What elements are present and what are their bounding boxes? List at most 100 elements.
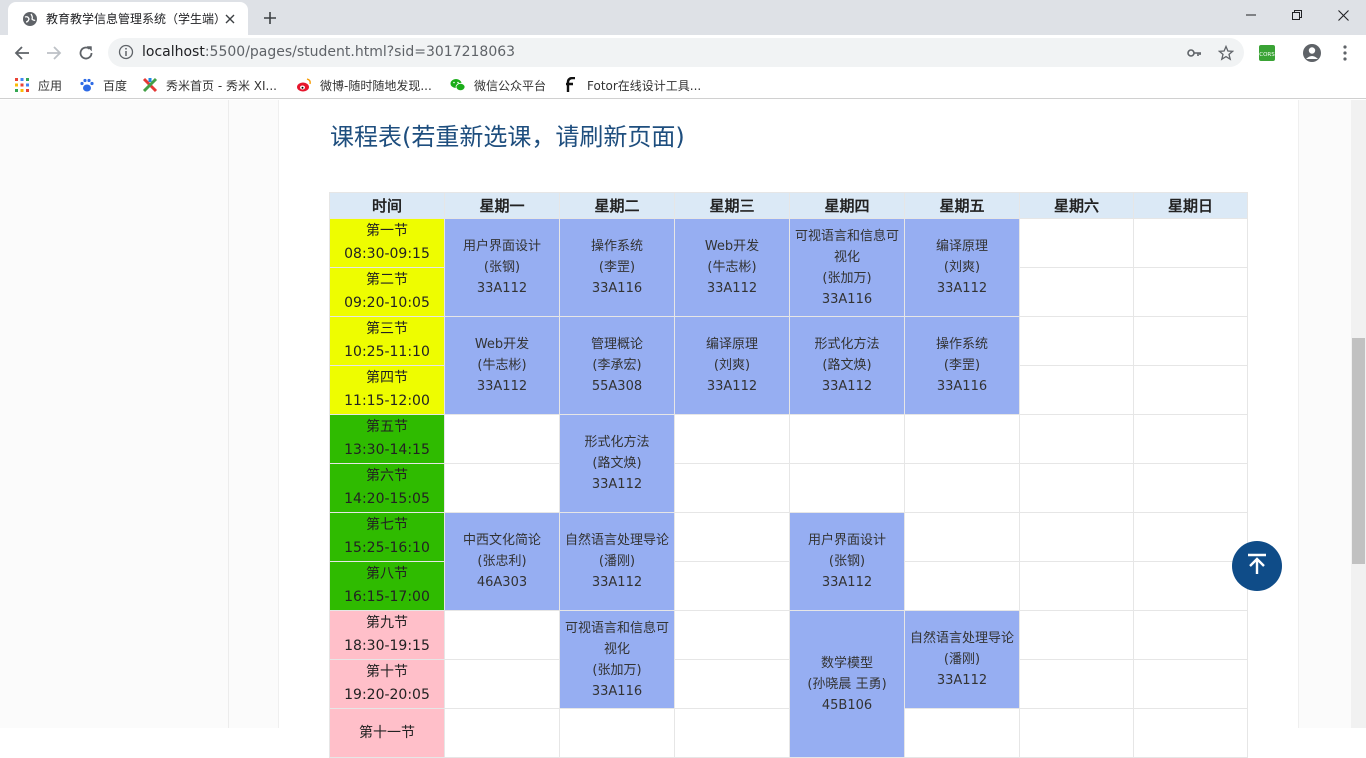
course-cell[interactable]: 编译原理 (刘爽) 33A112 — [904, 218, 1020, 317]
bookmark-weibo[interactable]: 微博-随时随地发现... — [296, 75, 432, 95]
empty-cell — [904, 414, 1020, 464]
course-cell[interactable]: 形式化方法 (路文焕) 33A112 — [559, 414, 675, 513]
course-room: 55A308 — [591, 379, 643, 394]
restore-button[interactable] — [1274, 0, 1320, 30]
key-icon[interactable] — [1185, 44, 1203, 62]
course-teacher: (张钢) — [483, 260, 521, 275]
close-window-button[interactable] — [1320, 0, 1366, 30]
period-cell: 第一节 08:30-09:15 — [329, 218, 445, 268]
table-row: 第一节 08:30-09:15 用户界面设计 (张钢) 33A112 操作系统 (李罡) 33… — [329, 218, 1248, 317]
course-room: 33A112 — [476, 281, 528, 296]
course-teacher: (李罡) — [598, 260, 636, 275]
course-teacher: (潘刚) — [943, 652, 981, 667]
period-time: 16:15-17:00 — [344, 589, 430, 605]
course-room: 33A116 — [821, 291, 873, 307]
course-cell[interactable]: 操作系统 (李罡) 33A116 — [559, 218, 675, 317]
empty-cell — [674, 463, 790, 513]
bookmark-label: 秀米首页 - 秀米 XI... — [166, 78, 277, 93]
bookmark-fotor[interactable]: Fotor在线设计工具... — [563, 75, 701, 95]
back-button[interactable] — [8, 39, 36, 67]
course-teacher: (潘刚) — [598, 554, 636, 569]
kebab-menu-icon[interactable] — [1333, 41, 1357, 65]
browser-tab[interactable]: 教育教学信息管理系统（学生端） — [8, 2, 248, 35]
period-cell: 第十一节 — [329, 708, 445, 758]
course-room: 33A112 — [476, 379, 528, 394]
course-cell[interactable]: 形式化方法 (路文焕) 33A112 — [789, 316, 905, 415]
course-cell[interactable]: 可视语言和信息可视化 (张加万) 33A116 — [789, 218, 905, 317]
close-tab-icon[interactable] — [222, 11, 238, 27]
course-cell[interactable]: Web开发 (牛志彬) 33A112 — [444, 316, 560, 415]
course-name: 操作系统 — [590, 239, 643, 254]
course-cell[interactable]: 自然语言处理导论 (潘刚) 33A112 — [904, 610, 1020, 709]
course-teacher: (张钢) — [828, 554, 866, 569]
bookmark-wechat[interactable]: 微信公众平台 — [450, 75, 546, 95]
course-cell[interactable]: 中西文化简论 (张忠利) 46A303 — [444, 512, 560, 611]
baidu-paw-icon — [79, 77, 95, 93]
bookmark-label: 微信公众平台 — [474, 78, 547, 93]
course-cell[interactable]: 可视语言和信息可视化 (张加万) 33A116 — [559, 610, 675, 709]
course-teacher: (李承宏) — [592, 358, 642, 373]
course-name: 编译原理 — [705, 337, 758, 352]
empty-cell — [1019, 512, 1134, 562]
course-cell[interactable]: 用户界面设计 (张钢) 33A112 — [789, 512, 905, 611]
left-sidebar — [0, 100, 229, 728]
period-name: 第六节 — [366, 468, 408, 484]
scrollbar-thumb[interactable] — [1352, 338, 1365, 564]
period-time: 11:15-12:00 — [344, 393, 430, 409]
course-cell[interactable]: 自然语言处理导论 (潘刚) 33A112 — [559, 512, 675, 611]
course-name: 形式化方法 — [814, 337, 880, 352]
empty-cell — [1133, 512, 1248, 562]
bookmark-label: 应用 — [38, 78, 63, 93]
course-room: 33A116 — [591, 281, 643, 296]
course-cell[interactable]: Web开发 (牛志彬) 33A112 — [674, 218, 790, 317]
course-room: 33A112 — [591, 477, 643, 492]
wechat-icon — [450, 77, 466, 93]
course-name: 可视语言和信息可视化 — [564, 620, 669, 657]
empty-cell — [1019, 365, 1134, 415]
info-icon[interactable] — [118, 44, 134, 60]
period-cell: 第九节 18:30-19:15 — [329, 610, 445, 660]
address-bar[interactable]: localhost:5500/pages/student.html?sid=30… — [108, 38, 1244, 67]
forward-button[interactable] — [40, 39, 68, 67]
course-room: 33A112 — [936, 673, 988, 688]
new-tab-button[interactable] — [259, 7, 281, 29]
page-title: 课程表(若重新选课，请刷新页面) — [330, 123, 685, 151]
reload-button[interactable] — [72, 39, 100, 67]
empty-cell — [1133, 365, 1248, 415]
empty-cell — [904, 463, 1020, 513]
course-teacher: (牛志彬) — [707, 260, 757, 275]
period-name: 第七节 — [366, 517, 408, 533]
course-cell[interactable]: 数学模型 (孙晓晨 王勇) 45B106 — [789, 610, 905, 758]
empty-cell — [674, 561, 790, 611]
course-room: 33A112 — [821, 575, 873, 590]
course-cell[interactable]: 编译原理 (刘爽) 33A112 — [674, 316, 790, 415]
period-cell: 第十节 19:20-20:05 — [329, 659, 445, 709]
course-cell[interactable]: 用户界面设计 (张钢) 33A112 — [444, 218, 560, 317]
period-name: 第五节 — [366, 419, 408, 435]
course-cell[interactable]: 管理概论 (李承宏) 55A308 — [559, 316, 675, 415]
bookmark-apps[interactable]: 应用 — [14, 75, 62, 95]
empty-cell — [789, 414, 905, 464]
profile-avatar-icon[interactable] — [1300, 41, 1324, 65]
empty-cell — [1019, 414, 1134, 464]
cors-extension-icon[interactable]: CORS — [1255, 41, 1279, 65]
course-cell[interactable]: 操作系统 (李罡) 33A116 — [904, 316, 1020, 415]
period-cell: 第七节 15:25-16:10 — [329, 512, 445, 562]
empty-cell — [904, 512, 1020, 562]
table-row: 第五节 13:30-14:15 形式化方法 (路文焕) 33A112 — [329, 414, 1248, 513]
back-to-top-button[interactable] — [1232, 541, 1282, 591]
weibo-icon — [296, 77, 312, 93]
bookmark-xiumi[interactable]: 秀米首页 - 秀米 XI... — [142, 75, 277, 95]
course-name: 管理概论 — [590, 337, 643, 352]
empty-cell — [674, 414, 790, 464]
empty-cell — [1133, 267, 1248, 317]
bookmark-baidu[interactable]: 百度 — [79, 75, 127, 95]
minimize-button[interactable] — [1228, 0, 1274, 30]
period-cell: 第三节 10:25-11:10 — [329, 316, 445, 366]
empty-cell — [789, 463, 905, 513]
bookmark-star-icon[interactable] — [1217, 44, 1235, 62]
empty-cell — [444, 610, 560, 660]
empty-cell — [444, 659, 560, 709]
period-name: 第三节 — [366, 321, 408, 337]
period-time: 10:25-11:10 — [344, 344, 430, 360]
